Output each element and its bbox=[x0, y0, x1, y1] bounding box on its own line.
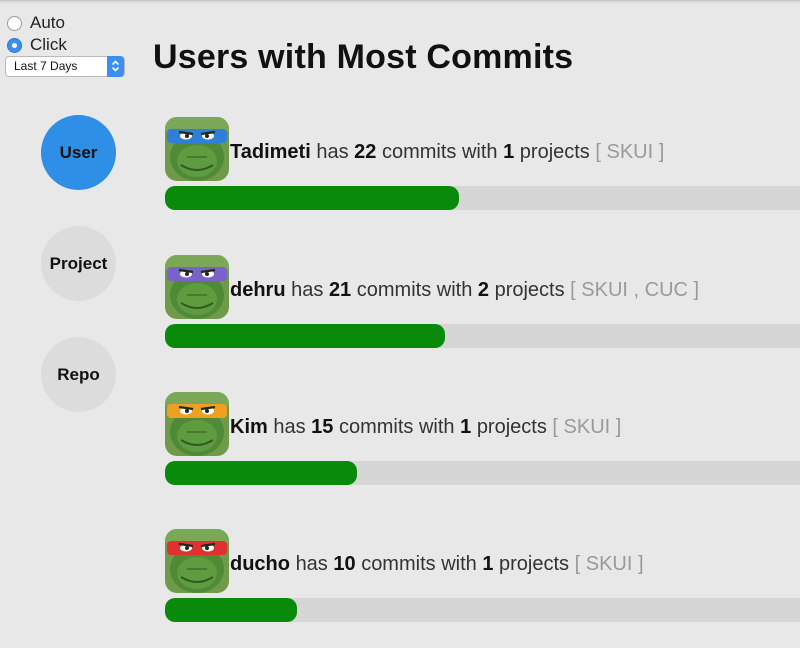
user-row: Tadimeti has 22 commits with 1 projects … bbox=[165, 117, 800, 217]
user-commit-summary: ducho has 10 commits with 1 projects [ S… bbox=[230, 553, 644, 576]
select-arrows-icon[interactable] bbox=[107, 56, 124, 77]
mode-selector: Auto Click bbox=[7, 12, 67, 56]
project-count: 1 bbox=[503, 141, 515, 163]
user-row: Kim has 15 commits with 1 projects [ SKU… bbox=[165, 392, 800, 492]
commit-count: 15 bbox=[311, 416, 334, 438]
radio-auto[interactable]: Auto bbox=[7, 12, 67, 34]
date-range-value: Last 7 Days bbox=[14, 59, 78, 73]
radio-auto-icon[interactable] bbox=[7, 15, 22, 31]
commit-count: 22 bbox=[354, 141, 377, 163]
commit-progress-track bbox=[165, 324, 800, 348]
radio-click-icon[interactable] bbox=[7, 37, 22, 53]
commits-with-label: commits with bbox=[356, 279, 473, 301]
projects-label: projects bbox=[519, 141, 590, 163]
radio-auto-label: Auto bbox=[30, 13, 65, 32]
project-list: [ SKUI ] bbox=[552, 416, 622, 438]
project-list: [ SKUI ] bbox=[595, 141, 665, 163]
commit-progress-track bbox=[165, 598, 800, 622]
has-label: has bbox=[273, 416, 306, 438]
commit-count: 21 bbox=[328, 279, 352, 301]
projects-label: projects bbox=[476, 416, 547, 438]
commit-progress-bar bbox=[165, 324, 446, 348]
turtle-avatar-icon bbox=[165, 117, 229, 181]
nav-user-label: User bbox=[59, 142, 98, 162]
commits-with-label: commits with bbox=[338, 416, 455, 438]
project-list: [ SKUI , CUC ] bbox=[570, 279, 700, 301]
commit-progress-track bbox=[165, 461, 800, 485]
radio-click[interactable]: Click bbox=[7, 34, 67, 56]
user-row: ducho has 10 commits with 1 projects [ S… bbox=[165, 529, 800, 629]
has-label: has bbox=[316, 141, 349, 163]
user-commit-summary: Tadimeti has 22 commits with 1 projects … bbox=[230, 141, 664, 164]
commits-with-label: commits with bbox=[381, 141, 498, 163]
user-name: ducho bbox=[230, 553, 290, 575]
nav-user-button[interactable]: User bbox=[41, 115, 116, 190]
user-name: Tadimeti bbox=[230, 141, 311, 163]
projects-label: projects bbox=[499, 553, 570, 575]
user-name: dehru bbox=[230, 279, 286, 301]
project-count: 1 bbox=[482, 553, 494, 575]
user-commit-summary: dehru has 21 commits with 2 projects [ S… bbox=[230, 279, 699, 302]
nav-repo-button[interactable]: Repo bbox=[41, 337, 116, 412]
turtle-avatar-icon bbox=[165, 255, 229, 319]
page-title: Users with Most Commits bbox=[153, 38, 574, 76]
commit-progress-bar bbox=[165, 598, 298, 622]
projects-label: projects bbox=[494, 279, 565, 301]
commits-with-label: commits with bbox=[361, 553, 477, 575]
user-name: Kim bbox=[230, 416, 268, 438]
nav-project-button[interactable]: Project bbox=[41, 226, 116, 301]
radio-click-label: Click bbox=[30, 35, 67, 54]
user-commit-summary: Kim has 15 commits with 1 projects [ SKU… bbox=[230, 416, 621, 439]
date-range-select[interactable]: Last 7 Days bbox=[5, 56, 125, 77]
has-label: has bbox=[291, 279, 324, 301]
turtle-avatar-icon bbox=[165, 392, 229, 456]
turtle-avatar-icon bbox=[165, 529, 229, 593]
project-count: 2 bbox=[477, 279, 490, 301]
user-row: dehru has 21 commits with 2 projects [ S… bbox=[165, 255, 800, 355]
commit-progress-track bbox=[165, 186, 800, 210]
commit-count: 10 bbox=[333, 553, 356, 575]
nav-repo-label: Repo bbox=[57, 364, 100, 384]
commit-progress-bar bbox=[165, 461, 357, 485]
commit-progress-bar bbox=[165, 186, 459, 210]
has-label: has bbox=[295, 553, 328, 575]
project-list: [ SKUI ] bbox=[574, 553, 644, 575]
top-border bbox=[0, 0, 800, 3]
nav-project-label: Project bbox=[49, 253, 108, 273]
project-count: 1 bbox=[460, 416, 472, 438]
